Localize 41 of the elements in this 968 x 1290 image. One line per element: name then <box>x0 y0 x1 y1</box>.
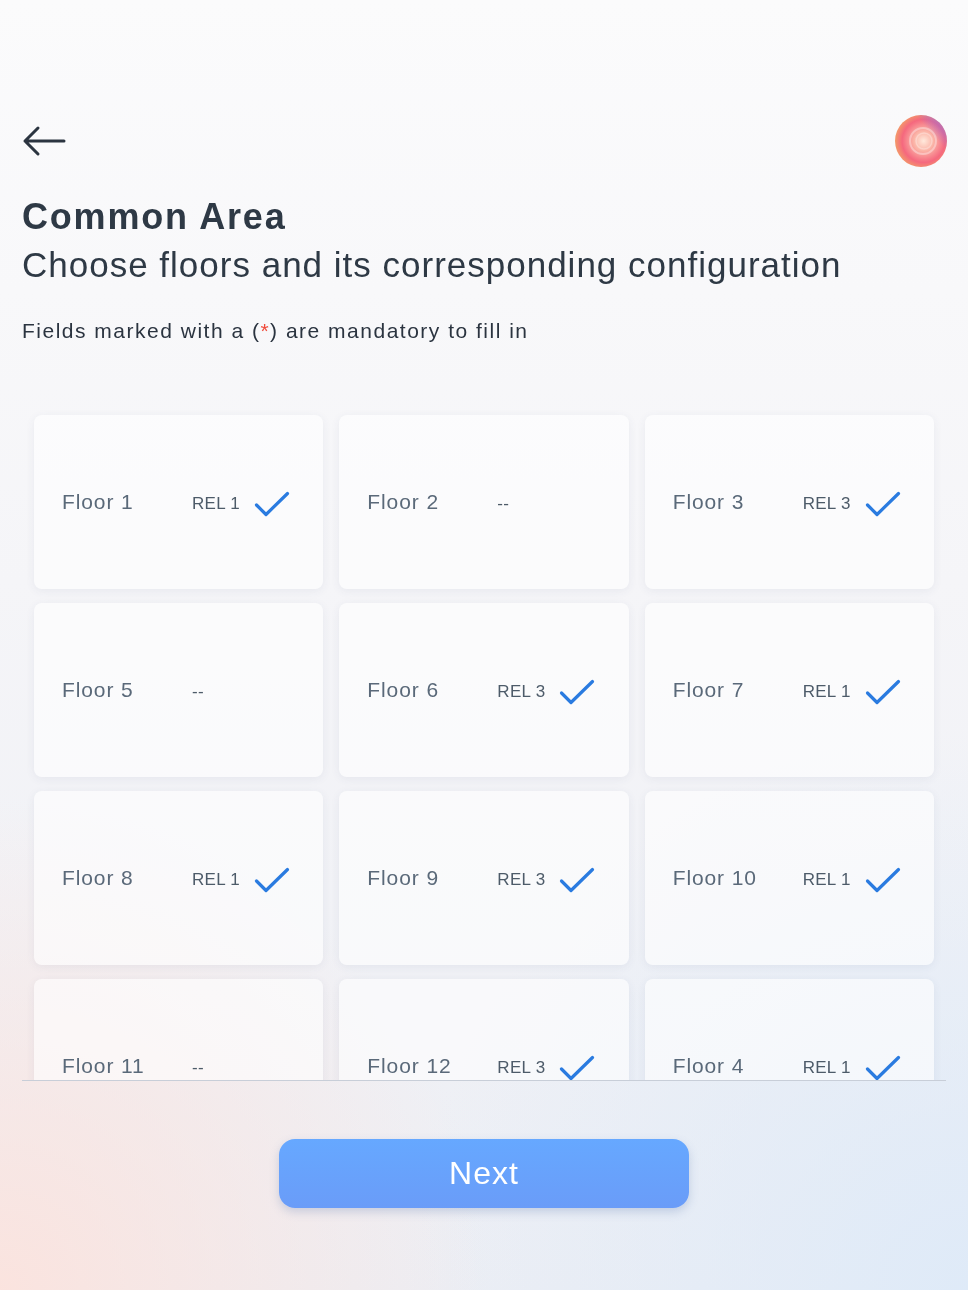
floor-card[interactable]: Floor 7 REL 1 <box>644 603 934 777</box>
floor-label: Floor 7 <box>672 678 746 702</box>
floor-label: Floor 6 <box>367 678 440 702</box>
floor-label: Floor 3 <box>672 490 746 514</box>
mandatory-note: Fields marked with a (*) are mandatory to fill in <box>22 318 530 344</box>
floor-label: Floor 12 <box>367 1054 453 1078</box>
floor-card[interactable]: Floor 3 REL 3 <box>644 415 934 589</box>
page-title: Common Area <box>22 195 288 239</box>
floor-card[interactable]: Floor 12 REL 3 <box>339 979 629 1080</box>
floor-label: Floor 1 <box>62 490 135 514</box>
config-label: REL 1 <box>192 494 241 514</box>
config-label: -- <box>497 494 510 514</box>
floor-label: Floor 10 <box>672 866 758 890</box>
floor-card[interactable]: Floor 1 REL 1 <box>34 415 324 589</box>
page-subtitle: Choose floors and its corresponding configuration <box>22 244 843 286</box>
floor-label: Floor 4 <box>672 1054 746 1078</box>
config-label: -- <box>192 682 204 702</box>
config-label: REL 3 <box>497 1058 546 1078</box>
config-label: REL 1 <box>192 870 241 890</box>
floor-card[interactable]: Floor 8 REL 1 <box>34 791 324 965</box>
floor-label: Floor 2 <box>367 490 440 514</box>
back-button[interactable] <box>22 125 66 157</box>
floor-card[interactable]: Floor 9 REL 3 <box>339 791 629 965</box>
floor-card[interactable]: Floor 10 REL 1 <box>644 791 934 965</box>
config-label: REL 3 <box>497 682 546 702</box>
config-label: REL 1 <box>802 1058 851 1078</box>
floor-card[interactable]: Floor 11 -- <box>34 979 324 1080</box>
floor-card[interactable]: Floor 5 -- <box>34 603 324 777</box>
config-label: REL 3 <box>802 494 851 514</box>
floor-label: Floor 5 <box>62 678 135 702</box>
config-label: REL 1 <box>802 682 851 702</box>
floor-label: Floor 9 <box>367 866 440 890</box>
config-label: REL 3 <box>497 870 546 890</box>
config-label: REL 1 <box>802 870 851 890</box>
floor-card[interactable]: Floor 2 -- <box>339 415 629 589</box>
floor-label: Floor 8 <box>62 866 135 890</box>
back-arrow-icon <box>22 125 66 157</box>
floor-label: Floor 11 <box>62 1054 146 1078</box>
floor-card[interactable]: Floor 4 REL 1 <box>644 979 934 1080</box>
floor-card[interactable]: Floor 6 REL 3 <box>339 603 629 777</box>
config-label: -- <box>192 1058 204 1078</box>
